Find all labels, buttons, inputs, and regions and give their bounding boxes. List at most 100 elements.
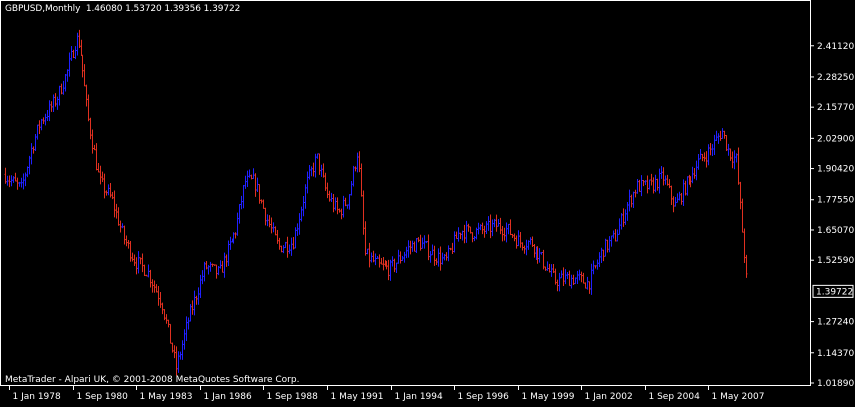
ohlc-bar bbox=[139, 257, 142, 265]
ohlc-bar bbox=[113, 190, 116, 218]
ohlc-bar bbox=[517, 230, 520, 247]
ohlc-bar bbox=[272, 222, 275, 233]
ohlc-bar bbox=[115, 203, 118, 219]
ohlc-bar bbox=[487, 216, 490, 231]
price-tick-label: 2.02900 bbox=[817, 134, 854, 144]
time-tick-label: 1 Jan 1978 bbox=[13, 392, 61, 402]
ohlc-bar bbox=[445, 252, 448, 261]
ohlc-bar bbox=[719, 130, 722, 141]
ohlc-bar bbox=[135, 257, 138, 275]
ohlc-bar bbox=[650, 173, 653, 186]
ohlc-bar bbox=[153, 280, 156, 293]
ohlc-bar bbox=[217, 266, 220, 276]
ohlc-bar bbox=[707, 144, 710, 166]
ohlc-bar bbox=[85, 84, 88, 107]
ohlc-bar bbox=[248, 169, 251, 178]
ohlc-bar bbox=[529, 237, 532, 245]
ohlc-bar bbox=[354, 166, 357, 172]
ohlc-bar bbox=[465, 220, 468, 243]
ohlc-bar bbox=[405, 246, 408, 259]
ohlc-bar bbox=[68, 52, 71, 77]
ohlc-bar bbox=[503, 227, 506, 241]
ohlc-bar bbox=[680, 193, 683, 205]
chart-frame bbox=[0, 0, 811, 386]
chart-header: GBPUSD,Monthly 1.46080 1.53720 1.39356 1… bbox=[5, 4, 240, 14]
ohlc-bar bbox=[507, 223, 510, 235]
ohlc-bar bbox=[598, 252, 601, 267]
ohlc-bar bbox=[318, 153, 321, 175]
ohlc-bar bbox=[344, 197, 347, 207]
ohlc-bar bbox=[735, 153, 738, 163]
ohlc-bar bbox=[203, 261, 206, 282]
price-chart[interactable]: 2.41120 2.28250 2.15770 2.02900 1.90420 1.775… bbox=[0, 0, 855, 407]
ohlc-bar bbox=[219, 260, 222, 269]
ohlc-bar bbox=[40, 118, 43, 131]
ohlc-bar bbox=[632, 191, 635, 208]
ohlc-bar bbox=[705, 151, 708, 168]
ohlc-bar bbox=[370, 252, 373, 263]
ohlc-bar bbox=[703, 152, 706, 162]
ohlc-bar bbox=[72, 49, 75, 59]
ohlc-bar bbox=[664, 175, 667, 185]
ohlc-bar bbox=[175, 346, 178, 376]
ohlc-bar bbox=[296, 223, 299, 236]
ohlc-bar bbox=[421, 237, 424, 249]
ohlc-bar bbox=[596, 259, 599, 270]
ohlc-bar bbox=[505, 222, 508, 243]
ohlc-bar bbox=[423, 235, 426, 249]
ohlc-bar bbox=[181, 340, 184, 360]
ohlc-bar bbox=[533, 243, 536, 258]
ohlc-bar bbox=[83, 64, 86, 87]
ohlc-bar bbox=[568, 270, 571, 287]
ohlc-bar bbox=[628, 189, 631, 212]
ohlc-bar bbox=[616, 229, 619, 242]
ohlc-bar bbox=[697, 154, 700, 170]
price-tick-label: 2.28250 bbox=[817, 73, 854, 83]
ohlc-bar bbox=[80, 39, 83, 57]
ohlc-bar bbox=[207, 265, 210, 275]
ohlc-bar bbox=[387, 259, 390, 281]
ohlc-bar bbox=[389, 259, 392, 281]
ohlc-bar bbox=[332, 194, 335, 213]
ohlc-bar bbox=[364, 221, 367, 256]
ohlc-bar bbox=[584, 282, 587, 289]
ohlc-bar bbox=[678, 191, 681, 201]
time-tick-label: 1 Jan 1994 bbox=[395, 392, 443, 402]
ohlc-bar bbox=[546, 261, 549, 271]
ohlc-bar bbox=[415, 237, 418, 253]
ohlc-bar bbox=[238, 203, 241, 224]
ohlc-bar bbox=[4, 167, 7, 184]
ohlc-bar bbox=[403, 251, 406, 263]
ohlc-bar bbox=[427, 234, 430, 261]
ohlc-bar bbox=[151, 279, 154, 293]
ohlc-bar bbox=[119, 220, 122, 233]
ohlc-bar bbox=[463, 224, 466, 244]
ohlc-bar bbox=[290, 237, 293, 256]
ohlc-bar bbox=[252, 168, 255, 180]
ohlc-bar bbox=[419, 234, 422, 251]
ohlc-bar bbox=[225, 254, 228, 267]
ohlc-bar bbox=[189, 304, 192, 322]
ohlc-bar bbox=[121, 223, 124, 229]
ohlc-bar bbox=[594, 265, 597, 269]
ohlc-bar bbox=[360, 163, 363, 197]
ohlc-bar bbox=[395, 262, 398, 273]
ohlc-bar bbox=[513, 233, 516, 242]
ohlc-bar bbox=[572, 274, 575, 285]
ohlc-bar bbox=[380, 258, 383, 265]
time-scale[interactable]: 1 Jan 1978 1 Sep 1980 1 May 1983 1 Jan 1986… bbox=[9, 386, 765, 402]
chart-window[interactable]: 2.41120 2.28250 2.15770 2.02900 1.90420 1.775… bbox=[0, 0, 855, 407]
ohlc-bar bbox=[24, 172, 27, 187]
ohlc-bar bbox=[471, 232, 474, 243]
ohlc-bar bbox=[62, 80, 65, 95]
ohlc-bar bbox=[213, 264, 216, 266]
ohlc-bar bbox=[548, 263, 551, 273]
ohlc-bar bbox=[393, 258, 396, 273]
price-scale[interactable]: 2.41120 2.28250 2.15770 2.02900 1.90420 1.775… bbox=[810, 42, 854, 389]
ohlc-bar bbox=[515, 235, 518, 249]
ohlc-bar bbox=[278, 237, 281, 250]
ohlc-bar bbox=[70, 45, 73, 61]
ohlc-bar bbox=[682, 179, 685, 206]
ohlc-bar bbox=[693, 167, 696, 179]
ohlc-bar bbox=[20, 177, 23, 188]
